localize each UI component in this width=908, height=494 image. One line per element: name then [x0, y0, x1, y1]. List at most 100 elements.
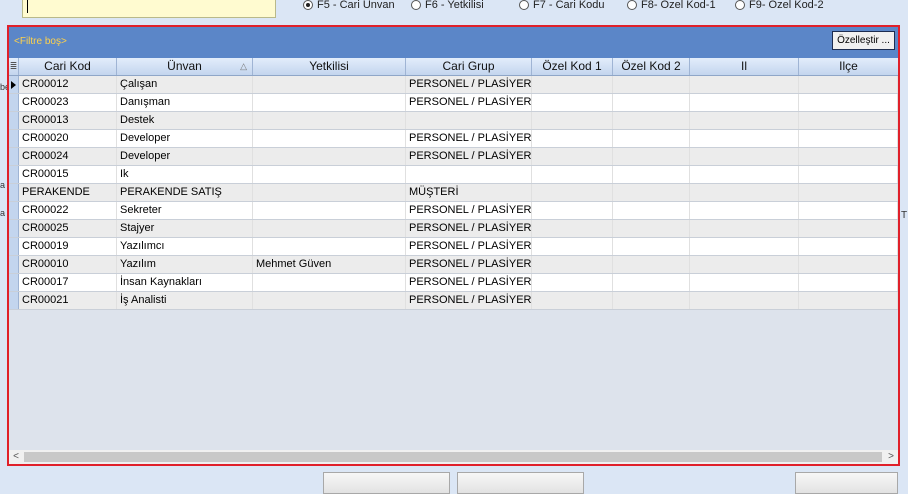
table-cell[interactable]: PERSONEL / PLASİYER	[406, 256, 532, 273]
column-header-ilce[interactable]: Ilçe	[799, 58, 898, 75]
table-cell[interactable]: İş Analisti	[117, 292, 253, 309]
table-cell[interactable]: PERSONEL / PLASİYER	[406, 76, 532, 93]
table-cell[interactable]: Developer	[117, 148, 253, 165]
table-cell[interactable]	[532, 76, 613, 93]
table-cell[interactable]	[613, 220, 690, 237]
row-indicator[interactable]	[9, 220, 19, 237]
column-header-cari-kod[interactable]: Cari Kod	[19, 58, 117, 75]
table-cell[interactable]	[253, 202, 406, 219]
table-cell[interactable]: Sekreter	[117, 202, 253, 219]
radio-yetkilisi[interactable]: F6 - Yetkilisi	[411, 0, 484, 11]
table-cell[interactable]: Mehmet Güven	[253, 256, 406, 273]
radio-cari-kodu[interactable]: F7 - Cari Kodu	[519, 0, 605, 11]
table-cell[interactable]	[799, 220, 898, 237]
table-cell[interactable]	[690, 220, 799, 237]
table-cell[interactable]: PERAKENDE SATIŞ	[117, 184, 253, 201]
row-indicator[interactable]	[9, 76, 19, 93]
table-cell[interactable]	[532, 130, 613, 147]
table-row[interactable]: CR00023 Danışman PERSONEL / PLASİYER	[9, 94, 898, 112]
table-cell[interactable]: CR00010	[19, 256, 117, 273]
table-cell[interactable]: PERAKENDE	[19, 184, 117, 201]
table-cell[interactable]: CR00019	[19, 238, 117, 255]
table-row[interactable]: CR00010 Yazılım Mehmet Güven PERSONEL / PLA…	[9, 256, 898, 274]
radio-ozel-kod-1[interactable]: F8- Özel Kod-1	[627, 0, 716, 11]
table-cell[interactable]	[253, 292, 406, 309]
table-row[interactable]: PERAKENDE PERAKENDE SATIŞ MÜŞTERİ	[9, 184, 898, 202]
table-cell[interactable]	[690, 238, 799, 255]
row-indicator[interactable]	[9, 256, 19, 273]
table-row[interactable]: CR00020 Developer PERSONEL / PLASİYER	[9, 130, 898, 148]
table-cell[interactable]: CR00021	[19, 292, 117, 309]
scrollbar-thumb[interactable]	[24, 452, 882, 462]
table-cell[interactable]: CR00012	[19, 76, 117, 93]
table-cell[interactable]	[613, 130, 690, 147]
table-cell[interactable]	[690, 130, 799, 147]
table-cell[interactable]	[799, 292, 898, 309]
table-cell[interactable]	[253, 166, 406, 183]
table-cell[interactable]	[532, 238, 613, 255]
table-cell[interactable]	[613, 76, 690, 93]
table-row[interactable]: CR00025 Stajyer PERSONEL / PLASİYER	[9, 220, 898, 238]
table-cell[interactable]: Destek	[117, 112, 253, 129]
table-row[interactable]: CR00015 Ik	[9, 166, 898, 184]
table-cell[interactable]: Yazılımcı	[117, 238, 253, 255]
table-cell[interactable]: İnsan Kaynakları	[117, 274, 253, 291]
column-header-unvan[interactable]: Ünvan △	[117, 58, 253, 75]
table-cell[interactable]	[253, 184, 406, 201]
column-chooser-icon[interactable]: ≣	[9, 58, 19, 75]
horizontal-scrollbar[interactable]: < >	[9, 450, 898, 464]
search-input[interactable]	[22, 0, 276, 18]
table-cell[interactable]	[613, 238, 690, 255]
table-cell[interactable]	[532, 148, 613, 165]
table-cell[interactable]: CR00024	[19, 148, 117, 165]
table-cell[interactable]	[532, 112, 613, 129]
table-cell[interactable]	[799, 130, 898, 147]
table-cell[interactable]	[690, 274, 799, 291]
column-header-cari-grup[interactable]: Cari Grup	[406, 58, 532, 75]
table-cell[interactable]	[613, 184, 690, 201]
table-cell[interactable]: Ik	[117, 166, 253, 183]
table-cell[interactable]: Çalışan	[117, 76, 253, 93]
scroll-right-icon[interactable]: >	[884, 450, 898, 464]
table-cell[interactable]	[253, 148, 406, 165]
table-cell[interactable]	[253, 76, 406, 93]
table-cell[interactable]: CR00023	[19, 94, 117, 111]
table-cell[interactable]: PERSONEL / PLASİYER	[406, 130, 532, 147]
table-cell[interactable]	[253, 112, 406, 129]
row-indicator[interactable]	[9, 238, 19, 255]
table-row[interactable]: CR00021 İş Analisti PERSONEL / PLASİYER	[9, 292, 898, 310]
table-cell[interactable]	[690, 184, 799, 201]
table-cell[interactable]	[690, 292, 799, 309]
row-indicator[interactable]	[9, 130, 19, 147]
table-cell[interactable]	[253, 130, 406, 147]
table-row[interactable]: CR00012 Çalışan PERSONEL / PLASİYER	[9, 76, 898, 94]
table-cell[interactable]	[799, 202, 898, 219]
table-cell[interactable]	[613, 112, 690, 129]
table-cell[interactable]	[613, 256, 690, 273]
table-cell[interactable]	[799, 94, 898, 111]
table-row[interactable]: CR00022 Sekreter PERSONEL / PLASİYER	[9, 202, 898, 220]
table-cell[interactable]	[406, 112, 532, 129]
customize-button[interactable]: Özelleştir ...	[832, 31, 895, 50]
table-cell[interactable]	[799, 76, 898, 93]
table-cell[interactable]: CR00013	[19, 112, 117, 129]
table-cell[interactable]	[613, 202, 690, 219]
table-cell[interactable]	[406, 166, 532, 183]
table-cell[interactable]	[253, 94, 406, 111]
table-cell[interactable]: Danışman	[117, 94, 253, 111]
column-header-ozel-kod-1[interactable]: Özel Kod 1	[532, 58, 613, 75]
table-cell[interactable]	[690, 166, 799, 183]
table-cell[interactable]: Yazılım	[117, 256, 253, 273]
table-cell[interactable]: PERSONEL / PLASİYER	[406, 148, 532, 165]
table-cell[interactable]: CR00020	[19, 130, 117, 147]
table-cell[interactable]: Stajyer	[117, 220, 253, 237]
table-cell[interactable]	[799, 112, 898, 129]
radio-ozel-kod-2[interactable]: F9- Özel Kod-2	[735, 0, 824, 11]
table-cell[interactable]: Developer	[117, 130, 253, 147]
row-indicator[interactable]	[9, 112, 19, 129]
table-cell[interactable]	[613, 292, 690, 309]
row-indicator[interactable]	[9, 274, 19, 291]
table-cell[interactable]	[799, 166, 898, 183]
table-cell[interactable]	[690, 202, 799, 219]
table-cell[interactable]	[532, 94, 613, 111]
